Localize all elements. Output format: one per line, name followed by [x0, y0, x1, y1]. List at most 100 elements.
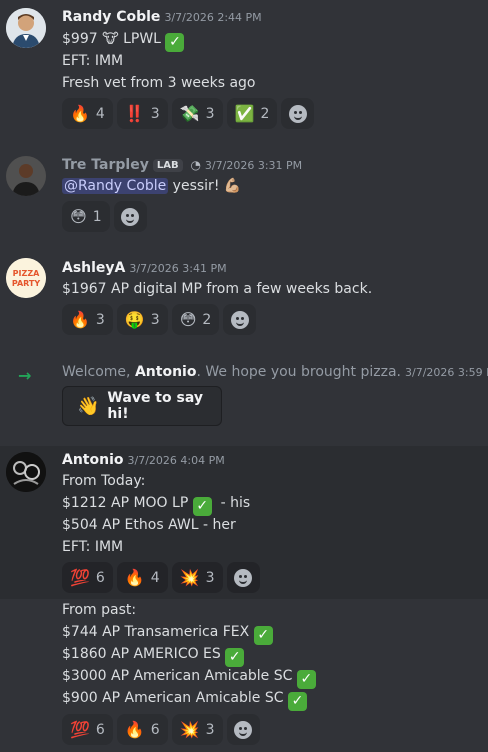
- reaction-count: 3: [150, 311, 160, 328]
- message-line: $744 AP Transamerica FEX ✓: [62, 624, 273, 645]
- reaction-bar: 😳 1: [62, 201, 147, 232]
- smiley-icon: [230, 310, 249, 329]
- message-line: EFT: IMM: [62, 53, 124, 69]
- message-text: $1212 AP MOO LP: [62, 495, 189, 511]
- join-arrow-icon: →: [18, 366, 32, 385]
- wave-sticker-icon: 👋: [77, 395, 100, 417]
- reaction-count: 6: [150, 721, 160, 738]
- hundred-points-icon: 💯: [70, 568, 90, 587]
- avatar[interactable]: [6, 452, 46, 492]
- reaction-count: 6: [95, 721, 105, 738]
- fire-icon: 🔥: [124, 720, 145, 739]
- message-text: $997 🐮 LPWL: [62, 31, 161, 47]
- reaction-collision[interactable]: 💥 3: [171, 714, 223, 745]
- message-line: @Randy Coble yessir! 💪🏼: [62, 178, 241, 194]
- add-reaction-button[interactable]: [226, 714, 260, 745]
- message-line: $900 AP American Amicable SC ✓: [62, 690, 307, 711]
- reaction-money[interactable]: 💸 3: [171, 98, 223, 129]
- reaction-count: 2: [202, 311, 212, 328]
- check-mark-icon: ✓: [296, 670, 316, 689]
- author-label[interactable]: Tre Tarpley: [62, 157, 149, 173]
- money-wings-icon: 💸: [179, 104, 200, 123]
- reaction-bar: 💯 6 🔥 6 💥 3: [62, 714, 260, 745]
- timestamp: 3/7/2026 3:41 PM: [129, 262, 227, 275]
- add-reaction-button[interactable]: [226, 562, 260, 593]
- collision-icon: 💥: [179, 568, 200, 587]
- message-line: $3000 AP American Amicable SC ✓: [62, 668, 316, 689]
- fire-icon: 🔥: [124, 568, 145, 587]
- reaction-check[interactable]: ✅ 2: [226, 98, 278, 129]
- check-mark-icon: ✓: [165, 33, 185, 52]
- message-line: $1967 AP digital MP from a few weeks bac…: [62, 281, 373, 297]
- reaction-count: 3: [205, 721, 215, 738]
- reaction-count: 4: [150, 569, 160, 586]
- timestamp: 3/7/2026 2:44 PM: [164, 11, 262, 24]
- author-label[interactable]: Antonio: [62, 452, 124, 468]
- avatar[interactable]: [6, 156, 46, 196]
- welcome-suffix: . We hope you brought pizza.: [196, 364, 401, 380]
- avatar[interactable]: PIZZA PARTY: [6, 258, 46, 298]
- add-reaction-button[interactable]: [223, 304, 257, 335]
- reaction-collision[interactable]: 💥 3: [171, 562, 223, 593]
- message-text: $744 AP Transamerica FEX: [62, 624, 250, 640]
- user-mention[interactable]: @Randy Coble: [62, 178, 169, 194]
- avatar[interactable]: [6, 8, 46, 48]
- reaction-bangbang[interactable]: ‼️ 3: [116, 98, 168, 129]
- author-name[interactable]: Tre Tarpley LAB ◔ 3/7/2026 3:31 PM: [62, 157, 302, 173]
- smiley-icon: [121, 207, 140, 226]
- author-name[interactable]: Antonio 3/7/2026 4:04 PM: [62, 452, 225, 468]
- reaction-count: 6: [95, 569, 105, 586]
- message-line: Fresh vet from 3 weeks ago: [62, 75, 256, 91]
- collision-icon: 💥: [179, 720, 200, 739]
- reaction-bar: 💯 6 🔥 4 💥 3: [62, 562, 260, 593]
- message-text: $900 AP American Amicable SC: [62, 690, 284, 706]
- message-ashley: PIZZA PARTY AshleyA 3/7/2026 3:41 PM $1967…: [0, 252, 488, 342]
- reaction-hundred[interactable]: 💯 6: [62, 562, 113, 593]
- hundred-points-icon: 💯: [70, 720, 90, 739]
- system-welcome: Welcome, Antonio. We hope you brought pi…: [62, 364, 488, 380]
- reaction-count: 3: [205, 569, 215, 586]
- timestamp: 3/7/2026 4:04 PM: [127, 454, 225, 467]
- message-line: From past:: [62, 602, 137, 618]
- reaction-fire[interactable]: 🔥 4: [116, 562, 168, 593]
- author-label[interactable]: Randy Coble: [62, 9, 160, 25]
- reaction-bar: 🔥 4 ‼️ 3 💸 3 ✅ 2: [62, 98, 315, 129]
- add-reaction-button[interactable]: [113, 201, 147, 232]
- reaction-fire[interactable]: 🔥 3: [62, 304, 113, 335]
- message-tre: Tre Tarpley LAB ◔ 3/7/2026 3:31 PM @Randy …: [0, 148, 488, 238]
- reaction-money-mouth[interactable]: 🤑 3: [116, 304, 168, 335]
- svg-text:PARTY: PARTY: [12, 279, 41, 288]
- reaction-fire[interactable]: 🔥 4: [62, 98, 113, 129]
- check-mark-icon: ✓: [287, 692, 307, 711]
- message-text: yessir! 💪🏼: [168, 178, 242, 194]
- reaction-fire[interactable]: 🔥 6: [116, 714, 168, 745]
- check-mark-icon: ✓: [192, 497, 212, 516]
- reaction-count: 3: [95, 311, 105, 328]
- add-reaction-button[interactable]: [281, 98, 315, 129]
- author-label[interactable]: AshleyA: [62, 260, 125, 276]
- message-line: From Today:: [62, 473, 146, 489]
- reaction-count: 2: [260, 105, 270, 122]
- timestamp: 3/7/2026 3:59 PM: [404, 366, 488, 379]
- smiley-icon: [288, 104, 307, 123]
- reaction-count: 4: [95, 105, 105, 122]
- timestamp: 3/7/2026 3:31 PM: [204, 159, 303, 172]
- reaction-flushed[interactable]: 😳 1: [62, 201, 110, 232]
- message-randy: Randy Coble 3/7/2026 2:44 PM $997 🐮 LPWL …: [0, 0, 488, 140]
- message-line: EFT: IMM: [62, 539, 124, 555]
- reaction-flushed[interactable]: 😳 2: [171, 304, 220, 335]
- reaction-hundred[interactable]: 💯 6: [62, 714, 113, 745]
- double-exclamation-icon: ‼️: [124, 104, 145, 123]
- svg-text:PIZZA: PIZZA: [13, 269, 40, 278]
- wave-button[interactable]: 👋 Wave to say hi!: [62, 386, 222, 426]
- welcome-user[interactable]: Antonio: [135, 364, 197, 380]
- author-name[interactable]: AshleyA 3/7/2026 3:41 PM: [62, 260, 227, 276]
- smiley-icon: [234, 568, 253, 587]
- author-name[interactable]: Randy Coble 3/7/2026 2:44 PM: [62, 9, 262, 25]
- message-text: - his: [211, 495, 251, 511]
- message-antonio: Antonio 3/7/2026 4:04 PM From Today: $121…: [0, 446, 488, 599]
- speedometer-icon: ◔: [190, 158, 201, 172]
- check-mark-icon: ✅: [234, 104, 255, 123]
- smiley-icon: [234, 720, 253, 739]
- message-text: $3000 AP American Amicable SC: [62, 668, 293, 684]
